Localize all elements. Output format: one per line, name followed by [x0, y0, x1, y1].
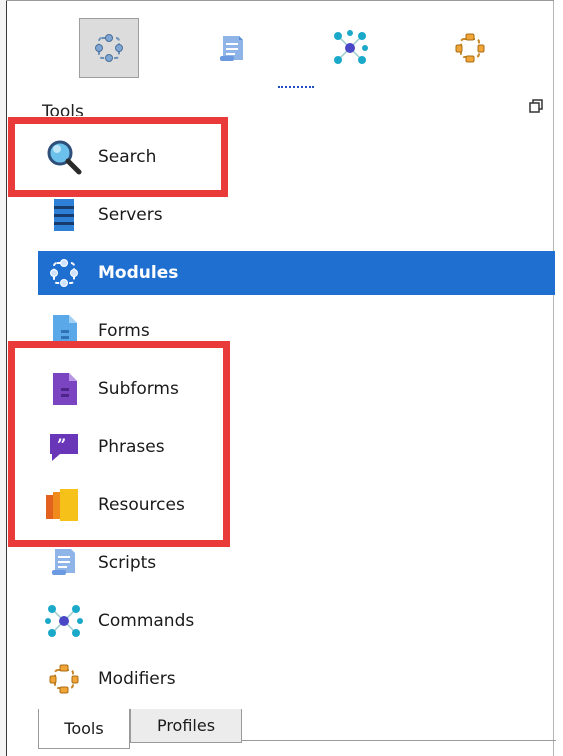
- tab-tools[interactable]: Tools: [38, 709, 130, 749]
- tools-item-scripts[interactable]: Scripts: [38, 541, 555, 585]
- modules-icon: [50, 259, 78, 287]
- tools-item-modules[interactable]: Modules: [38, 251, 555, 295]
- toolbar-overflow-indicator: [278, 82, 314, 88]
- scripts-icon: [220, 36, 243, 61]
- tools-item-commands[interactable]: Commands: [38, 599, 555, 643]
- restore-window-icon[interactable]: [528, 98, 544, 114]
- tools-item-label: Commands: [98, 611, 195, 631]
- tools-item-modifiers[interactable]: Modifiers: [38, 657, 555, 701]
- tools-item-label: Modules: [98, 263, 179, 283]
- toolbar-scripts-button[interactable]: [202, 18, 262, 78]
- modifiers-icon: [49, 664, 79, 694]
- modifiers-icon: [455, 33, 485, 63]
- panel-title: Tools: [42, 102, 84, 116]
- server-icon: [54, 199, 74, 231]
- commands-icon: [334, 30, 368, 64]
- scripts-icon: [52, 549, 75, 575]
- tools-item-servers[interactable]: Servers: [38, 193, 555, 237]
- tools-item-label: Forms: [98, 321, 150, 341]
- commands-icon: [45, 605, 83, 637]
- top-border: [6, 0, 554, 1]
- tools-item-label: Scripts: [98, 553, 157, 573]
- tab-profiles[interactable]: Profiles: [130, 709, 242, 743]
- modules-icon: [95, 34, 123, 62]
- highlight-box-subforms-phrases-resources: [8, 341, 230, 547]
- toolbar-modifiers-button[interactable]: [440, 18, 500, 78]
- highlight-box-search: [8, 117, 228, 197]
- tools-item-label: Servers: [98, 205, 163, 225]
- tools-item-label: Modifiers: [98, 669, 176, 689]
- toolbar-commands-button[interactable]: [320, 18, 380, 78]
- window-left-edge: [0, 0, 7, 756]
- toolbar-modules-button[interactable]: [79, 18, 139, 78]
